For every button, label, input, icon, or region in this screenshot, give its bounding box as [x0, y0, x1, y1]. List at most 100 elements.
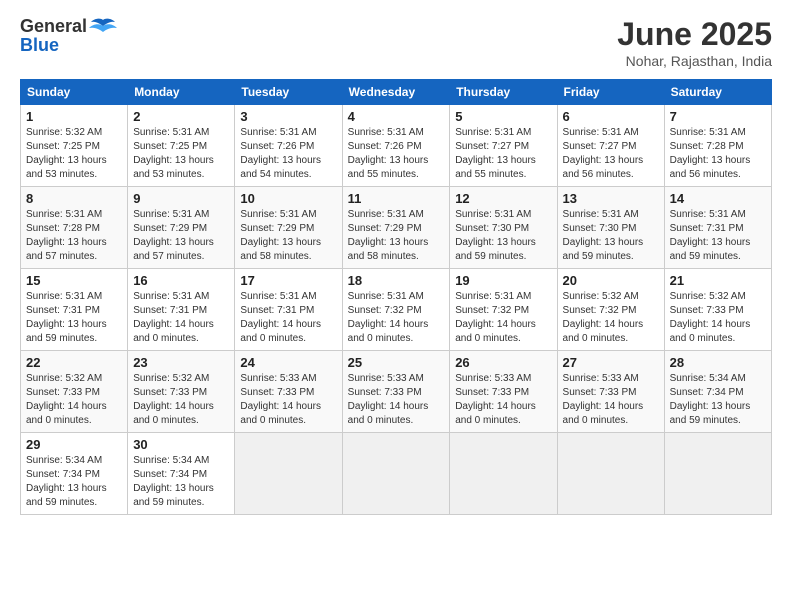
- table-cell: 15Sunrise: 5:31 AM Sunset: 7:31 PM Dayli…: [21, 269, 128, 351]
- day-number: 29: [26, 437, 122, 452]
- day-info: Sunrise: 5:32 AM Sunset: 7:33 PM Dayligh…: [133, 372, 229, 428]
- day-info: Sunrise: 5:31 AM Sunset: 7:25 PM Dayligh…: [133, 126, 229, 182]
- table-cell: 25Sunrise: 5:33 AM Sunset: 7:33 PM Dayli…: [342, 351, 450, 433]
- day-number: 17: [240, 273, 336, 288]
- day-number: 10: [240, 191, 336, 206]
- day-number: 6: [563, 109, 659, 124]
- day-info: Sunrise: 5:31 AM Sunset: 7:27 PM Dayligh…: [455, 126, 551, 182]
- day-number: 8: [26, 191, 122, 206]
- day-info: Sunrise: 5:31 AM Sunset: 7:32 PM Dayligh…: [348, 290, 445, 346]
- day-info: Sunrise: 5:32 AM Sunset: 7:33 PM Dayligh…: [670, 290, 766, 346]
- day-info: Sunrise: 5:33 AM Sunset: 7:33 PM Dayligh…: [455, 372, 551, 428]
- table-cell: 29 Sunrise: 5:34 AM Sunset: 7:34 PM Dayli…: [21, 433, 128, 515]
- day-info: Sunrise: 5:31 AM Sunset: 7:31 PM Dayligh…: [670, 208, 766, 264]
- day-info: Sunrise: 5:31 AM Sunset: 7:27 PM Dayligh…: [563, 126, 659, 182]
- day-info: Sunrise: 5:33 AM Sunset: 7:33 PM Dayligh…: [563, 372, 659, 428]
- month-title: June 2025: [617, 16, 772, 53]
- col-saturday: Saturday: [664, 80, 771, 105]
- day-info: Sunrise: 5:32 AM Sunset: 7:25 PM Dayligh…: [26, 126, 122, 182]
- table-cell: 10 Sunrise: 5:31 AM Sunset: 7:29 PM Dayli…: [235, 187, 342, 269]
- table-cell: 28 Sunrise: 5:34 AM Sunset: 7:34 PM Dayli…: [664, 351, 771, 433]
- day-number: 9: [133, 191, 229, 206]
- table-cell: [557, 433, 664, 515]
- col-thursday: Thursday: [450, 80, 557, 105]
- day-number: 16: [133, 273, 229, 288]
- day-number: 20: [563, 273, 659, 288]
- table-cell: 4Sunrise: 5:31 AM Sunset: 7:26 PM Daylig…: [342, 105, 450, 187]
- day-number: 12: [455, 191, 551, 206]
- day-number: 1: [26, 109, 122, 124]
- table-cell: 13 Sunrise: 5:31 AM Sunset: 7:30 PM Dayli…: [557, 187, 664, 269]
- logo-bird-icon: [89, 18, 117, 36]
- table-cell: 19 Sunrise: 5:31 AM Sunset: 7:32 PM Dayli…: [450, 269, 557, 351]
- day-info: Sunrise: 5:31 AM Sunset: 7:29 PM Dayligh…: [240, 208, 336, 264]
- day-number: 22: [26, 355, 122, 370]
- col-monday: Monday: [128, 80, 235, 105]
- day-number: 19: [455, 273, 551, 288]
- day-info: Sunrise: 5:31 AM Sunset: 7:30 PM Dayligh…: [563, 208, 659, 264]
- day-number: 23: [133, 355, 229, 370]
- logo-general-text: General: [20, 16, 87, 37]
- table-cell: 12 Sunrise: 5:31 AM Sunset: 7:30 PM Dayli…: [450, 187, 557, 269]
- location: Nohar, Rajasthan, India: [617, 53, 772, 69]
- table-cell: [664, 433, 771, 515]
- table-cell: 21 Sunrise: 5:32 AM Sunset: 7:33 PM Dayli…: [664, 269, 771, 351]
- table-cell: 17 Sunrise: 5:31 AM Sunset: 7:31 PM Dayli…: [235, 269, 342, 351]
- table-cell: 27Sunrise: 5:33 AM Sunset: 7:33 PM Dayli…: [557, 351, 664, 433]
- page-container: General Blue June 2025 Nohar, Rajasthan,…: [0, 0, 792, 527]
- calendar-header-row: Sunday Monday Tuesday Wednesday Thursday…: [21, 80, 772, 105]
- day-info: Sunrise: 5:31 AM Sunset: 7:28 PM Dayligh…: [26, 208, 122, 264]
- day-info: Sunrise: 5:31 AM Sunset: 7:30 PM Dayligh…: [455, 208, 551, 264]
- day-number: 11: [348, 191, 445, 206]
- day-number: 13: [563, 191, 659, 206]
- day-number: 28: [670, 355, 766, 370]
- table-cell: 24 Sunrise: 5:33 AM Sunset: 7:33 PM Dayli…: [235, 351, 342, 433]
- table-cell: [450, 433, 557, 515]
- table-cell: 2Sunrise: 5:31 AM Sunset: 7:25 PM Daylig…: [128, 105, 235, 187]
- table-cell: 18 Sunrise: 5:31 AM Sunset: 7:32 PM Dayli…: [342, 269, 450, 351]
- table-cell: 6 Sunrise: 5:31 AM Sunset: 7:27 PM Daylig…: [557, 105, 664, 187]
- table-cell: 11 Sunrise: 5:31 AM Sunset: 7:29 PM Dayli…: [342, 187, 450, 269]
- day-number: 15: [26, 273, 122, 288]
- day-number: 5: [455, 109, 551, 124]
- table-row: 8 Sunrise: 5:31 AM Sunset: 7:28 PM Daylig…: [21, 187, 772, 269]
- col-friday: Friday: [557, 80, 664, 105]
- day-info: Sunrise: 5:34 AM Sunset: 7:34 PM Dayligh…: [26, 454, 122, 510]
- day-info: Sunrise: 5:31 AM Sunset: 7:31 PM Dayligh…: [133, 290, 229, 346]
- table-row: 22 Sunrise: 5:32 AM Sunset: 7:33 PM Dayli…: [21, 351, 772, 433]
- day-info: Sunrise: 5:33 AM Sunset: 7:33 PM Dayligh…: [240, 372, 336, 428]
- table-row: 15 Sunrise: 5:31 AM Sunset: 7:31 PM Dayli…: [21, 269, 772, 351]
- day-number: 18: [348, 273, 445, 288]
- table-cell: 16 Sunrise: 5:31 AM Sunset: 7:31 PM Dayli…: [128, 269, 235, 351]
- day-info: Sunrise: 5:33 AM Sunset: 7:33 PM Dayligh…: [348, 372, 445, 428]
- table-cell: 14 Sunrise: 5:31 AM Sunset: 7:31 PM Dayli…: [664, 187, 771, 269]
- day-info: Sunrise: 5:31 AM Sunset: 7:29 PM Dayligh…: [133, 208, 229, 264]
- table-row: 1 Sunrise: 5:32 AM Sunset: 7:25 PM Daylig…: [21, 105, 772, 187]
- table-row: 29 Sunrise: 5:34 AM Sunset: 7:34 PM Dayli…: [21, 433, 772, 515]
- day-info: Sunrise: 5:31 AM Sunset: 7:32 PM Dayligh…: [455, 290, 551, 346]
- title-block: June 2025 Nohar, Rajasthan, India: [617, 16, 772, 69]
- table-cell: 9 Sunrise: 5:31 AM Sunset: 7:29 PM Daylig…: [128, 187, 235, 269]
- day-number: 26: [455, 355, 551, 370]
- day-info: Sunrise: 5:32 AM Sunset: 7:33 PM Dayligh…: [26, 372, 122, 428]
- day-number: 21: [670, 273, 766, 288]
- table-cell: 5 Sunrise: 5:31 AM Sunset: 7:27 PM Daylig…: [450, 105, 557, 187]
- day-info: Sunrise: 5:34 AM Sunset: 7:34 PM Dayligh…: [133, 454, 229, 510]
- day-number: 14: [670, 191, 766, 206]
- day-info: Sunrise: 5:31 AM Sunset: 7:28 PM Dayligh…: [670, 126, 766, 182]
- table-cell: 3 Sunrise: 5:31 AM Sunset: 7:26 PM Daylig…: [235, 105, 342, 187]
- day-info: Sunrise: 5:31 AM Sunset: 7:26 PM Dayligh…: [348, 126, 445, 182]
- day-info: Sunrise: 5:31 AM Sunset: 7:31 PM Dayligh…: [240, 290, 336, 346]
- day-info: Sunrise: 5:31 AM Sunset: 7:26 PM Dayligh…: [240, 126, 336, 182]
- table-cell: 20Sunrise: 5:32 AM Sunset: 7:32 PM Dayli…: [557, 269, 664, 351]
- table-cell: [342, 433, 450, 515]
- day-info: Sunrise: 5:34 AM Sunset: 7:34 PM Dayligh…: [670, 372, 766, 428]
- table-cell: 26 Sunrise: 5:33 AM Sunset: 7:33 PM Dayli…: [450, 351, 557, 433]
- table-cell: 7Sunrise: 5:31 AM Sunset: 7:28 PM Daylig…: [664, 105, 771, 187]
- day-number: 3: [240, 109, 336, 124]
- day-info: Sunrise: 5:31 AM Sunset: 7:29 PM Dayligh…: [348, 208, 445, 264]
- day-number: 24: [240, 355, 336, 370]
- table-cell: 1 Sunrise: 5:32 AM Sunset: 7:25 PM Daylig…: [21, 105, 128, 187]
- table-cell: [235, 433, 342, 515]
- table-cell: 22 Sunrise: 5:32 AM Sunset: 7:33 PM Dayli…: [21, 351, 128, 433]
